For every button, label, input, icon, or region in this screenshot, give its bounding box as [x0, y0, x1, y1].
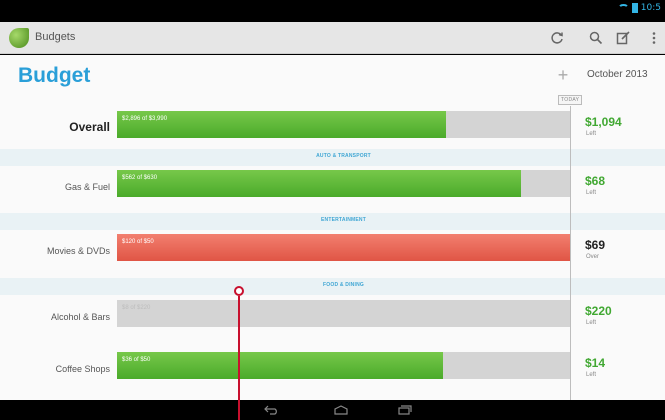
progress-bar: $8 of $220 — [117, 300, 570, 327]
amount-status: Left — [586, 372, 597, 378]
callout-marker-dot — [234, 286, 244, 296]
amount-status: Left — [586, 320, 597, 326]
refresh-icon[interactable] — [546, 27, 568, 49]
progress-fill — [117, 234, 570, 261]
row-label: Overall — [69, 120, 110, 134]
battery-icon — [631, 3, 638, 13]
home-icon[interactable] — [331, 403, 351, 417]
amount-status: Left — [586, 131, 597, 137]
navigation-bar — [0, 400, 665, 420]
bar-text: $2,896 of $3,990 — [122, 116, 168, 122]
status-icons: 10:5 — [617, 3, 661, 13]
amount-value: $68 — [585, 174, 606, 188]
app-title: Budgets — [35, 31, 76, 43]
status-clock: 10:5 — [640, 3, 661, 13]
back-icon[interactable] — [262, 403, 282, 417]
add-budget-button[interactable]: + — [555, 66, 571, 84]
progress-bar: $36 of $50 — [117, 352, 570, 379]
month-selector[interactable]: October 2013 — [587, 69, 648, 80]
section-header-entertainment: ENTERTAINMENT — [0, 213, 665, 230]
budget-content: Budget + October 2013 TODAY Overall $2,8… — [0, 55, 665, 400]
bar-text: $562 of $630 — [122, 175, 158, 181]
today-line — [570, 106, 571, 400]
recent-apps-icon[interactable] — [395, 403, 415, 417]
bar-text: $36 of $50 — [122, 357, 151, 363]
search-icon[interactable] — [585, 27, 607, 49]
progress-fill — [117, 352, 444, 379]
row-label: Coffee Shops — [55, 364, 110, 374]
amount-status: Over — [586, 254, 600, 260]
section-header-auto-transport: AUTO & TRANSPORT — [0, 149, 665, 166]
wifi-icon — [617, 4, 629, 12]
progress-bar: $2,896 of $3,990 — [117, 111, 570, 138]
callout-marker-line — [238, 296, 240, 420]
section-title: FOOD & DINING — [323, 282, 364, 288]
edit-icon[interactable] — [612, 27, 634, 49]
amount-value: $69 — [585, 238, 606, 252]
budget-row-movies-dvds[interactable]: Movies & DVDs $120 of $50 $69 Over — [0, 230, 665, 282]
section-title: AUTO & TRANSPORT — [316, 153, 371, 159]
amount-value: $14 — [585, 356, 606, 370]
budget-row-alcohol-bars[interactable]: Alcohol & Bars $8 of $220 $220 Left — [0, 296, 665, 348]
row-label: Movies & DVDs — [46, 246, 110, 256]
progress-fill — [117, 170, 522, 197]
row-label: Gas & Fuel — [64, 182, 110, 192]
section-title: ENTERTAINMENT — [320, 217, 366, 223]
page-title: Budget — [18, 64, 91, 87]
today-marker: TODAY — [558, 95, 583, 105]
progress-bar: $120 of $50 — [117, 234, 570, 261]
progress-bar: $562 of $630 — [117, 170, 570, 197]
bar-text: $120 of $50 — [122, 239, 154, 245]
status-bar: 10:5 — [0, 0, 665, 22]
row-label: Alcohol & Bars — [50, 312, 110, 322]
amount-value: $1,094 — [585, 115, 622, 129]
section-header-food-dining: FOOD & DINING — [0, 278, 665, 295]
budget-row-gas-fuel[interactable]: Gas & Fuel $562 of $630 $68 Left — [0, 166, 665, 218]
amount-status: Left — [586, 190, 597, 196]
budget-row-coffee-shops[interactable]: Coffee Shops $36 of $50 $14 Left — [0, 348, 665, 400]
overflow-menu-icon[interactable] — [643, 27, 665, 49]
amount-value: $220 — [585, 304, 612, 318]
app-logo-icon[interactable] — [9, 28, 29, 48]
bar-text: $8 of $220 — [122, 305, 151, 311]
action-bar: Budgets — [0, 22, 665, 54]
